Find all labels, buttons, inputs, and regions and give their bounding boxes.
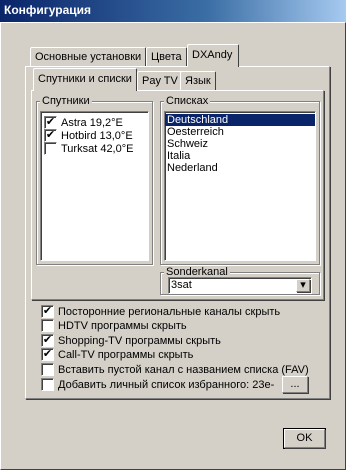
browse-button[interactable]: ... xyxy=(282,376,308,393)
subtab-pay-tv[interactable]: Pay TV xyxy=(137,71,183,91)
list-item-deutschland[interactable]: Deutschland xyxy=(165,114,315,126)
window-title: Конфигурация xyxy=(4,3,92,17)
tab-colors[interactable]: Цвета xyxy=(146,47,187,67)
option-checkbox-hide-shopping[interactable]: ✔ xyxy=(41,334,54,347)
option-label-hide-regional: Посторонние региональные каналы скрыть xyxy=(58,305,281,318)
list-item-nederland[interactable]: Nederland xyxy=(165,162,315,174)
list-item-schweiz[interactable]: Schweiz xyxy=(165,138,315,150)
option-checkbox-add-personal-favorites[interactable] xyxy=(41,378,54,391)
option-checkbox-hide-calltv[interactable]: ✔ xyxy=(41,348,54,361)
satellite-label-astra: Astra 19,2°E xyxy=(61,116,123,129)
list-item-italia[interactable]: Italia xyxy=(165,150,315,162)
satellite-label-turksat: Turksat 42,0°E xyxy=(61,142,134,155)
lists-legend: Списках xyxy=(164,95,211,107)
title-bar: Конфигурация xyxy=(0,0,346,22)
ok-button[interactable]: OK xyxy=(283,428,326,449)
option-checkbox-insert-empty-channel[interactable] xyxy=(41,363,54,376)
option-hide-shopping[interactable]: ✔ Shopping-TV программы скрыть xyxy=(41,333,221,348)
sonderkanal-value: 3sat xyxy=(171,279,192,291)
satellite-item-turksat[interactable]: Turksat 42,0°E xyxy=(44,141,133,156)
subtab-language-label: Язык xyxy=(185,75,211,87)
tab-basic-settings[interactable]: Основные установки xyxy=(30,47,147,67)
option-label-hide-shopping: Shopping-TV программы скрыть xyxy=(58,334,221,347)
option-hide-calltv[interactable]: ✔ Call-TV программы скрыть xyxy=(41,347,193,362)
lists-listbox[interactable]: Deutschland Oesterreich Schweiz Italia N… xyxy=(164,111,316,261)
tab-dxandy[interactable]: DXAndy xyxy=(187,44,239,67)
satellite-checkbox-turksat[interactable] xyxy=(44,142,57,155)
satellite-label-hotbird: Hotbird 13,0°E xyxy=(61,129,133,142)
sonderkanal-select[interactable]: 3sat ▾ xyxy=(168,277,312,294)
tab-dxandy-label: DXAndy xyxy=(192,49,233,61)
subtab-satellites-lists[interactable]: Спутники и списки xyxy=(33,68,137,91)
option-label-hide-hdtv: HDTV программы скрыть xyxy=(58,319,187,332)
option-hide-regional[interactable]: ✔ Посторонние региональные каналы скрыть xyxy=(41,304,280,319)
option-hide-hdtv[interactable]: HDTV программы скрыть xyxy=(41,318,187,333)
satellites-legend: Спутники xyxy=(40,95,92,107)
option-label-hide-calltv: Call-TV программы скрыть xyxy=(58,348,194,361)
subtab-pay-tv-label: Pay TV xyxy=(142,75,178,87)
option-checkbox-hide-hdtv[interactable] xyxy=(41,319,54,332)
option-label-insert-empty-channel: Вставить пустой канал с названием списка… xyxy=(58,363,309,376)
subtab-language[interactable]: Язык xyxy=(180,71,216,91)
list-item-oesterreich[interactable]: Oesterreich xyxy=(165,126,315,138)
option-insert-empty-channel[interactable]: Вставить пустой канал с названием списка… xyxy=(41,362,309,377)
satellites-list[interactable]: ✔ Astra 19,2°E ✔ Hotbird 13,0°E Turksat … xyxy=(40,111,149,261)
option-label-add-personal-favorites: Добавить личный список избранного: 23e- xyxy=(58,378,275,391)
subtab-satellites-lists-label: Спутники и списки xyxy=(38,73,132,85)
ok-button-face: OK xyxy=(284,429,325,448)
chevron-down-icon[interactable]: ▾ xyxy=(296,279,310,292)
tab-colors-label: Цвета xyxy=(151,51,182,63)
option-checkbox-hide-regional[interactable]: ✔ xyxy=(41,305,54,318)
tab-basic-settings-label: Основные установки xyxy=(35,51,142,63)
option-add-personal-favorites[interactable]: Добавить личный список избранного: 23e- xyxy=(41,377,274,392)
